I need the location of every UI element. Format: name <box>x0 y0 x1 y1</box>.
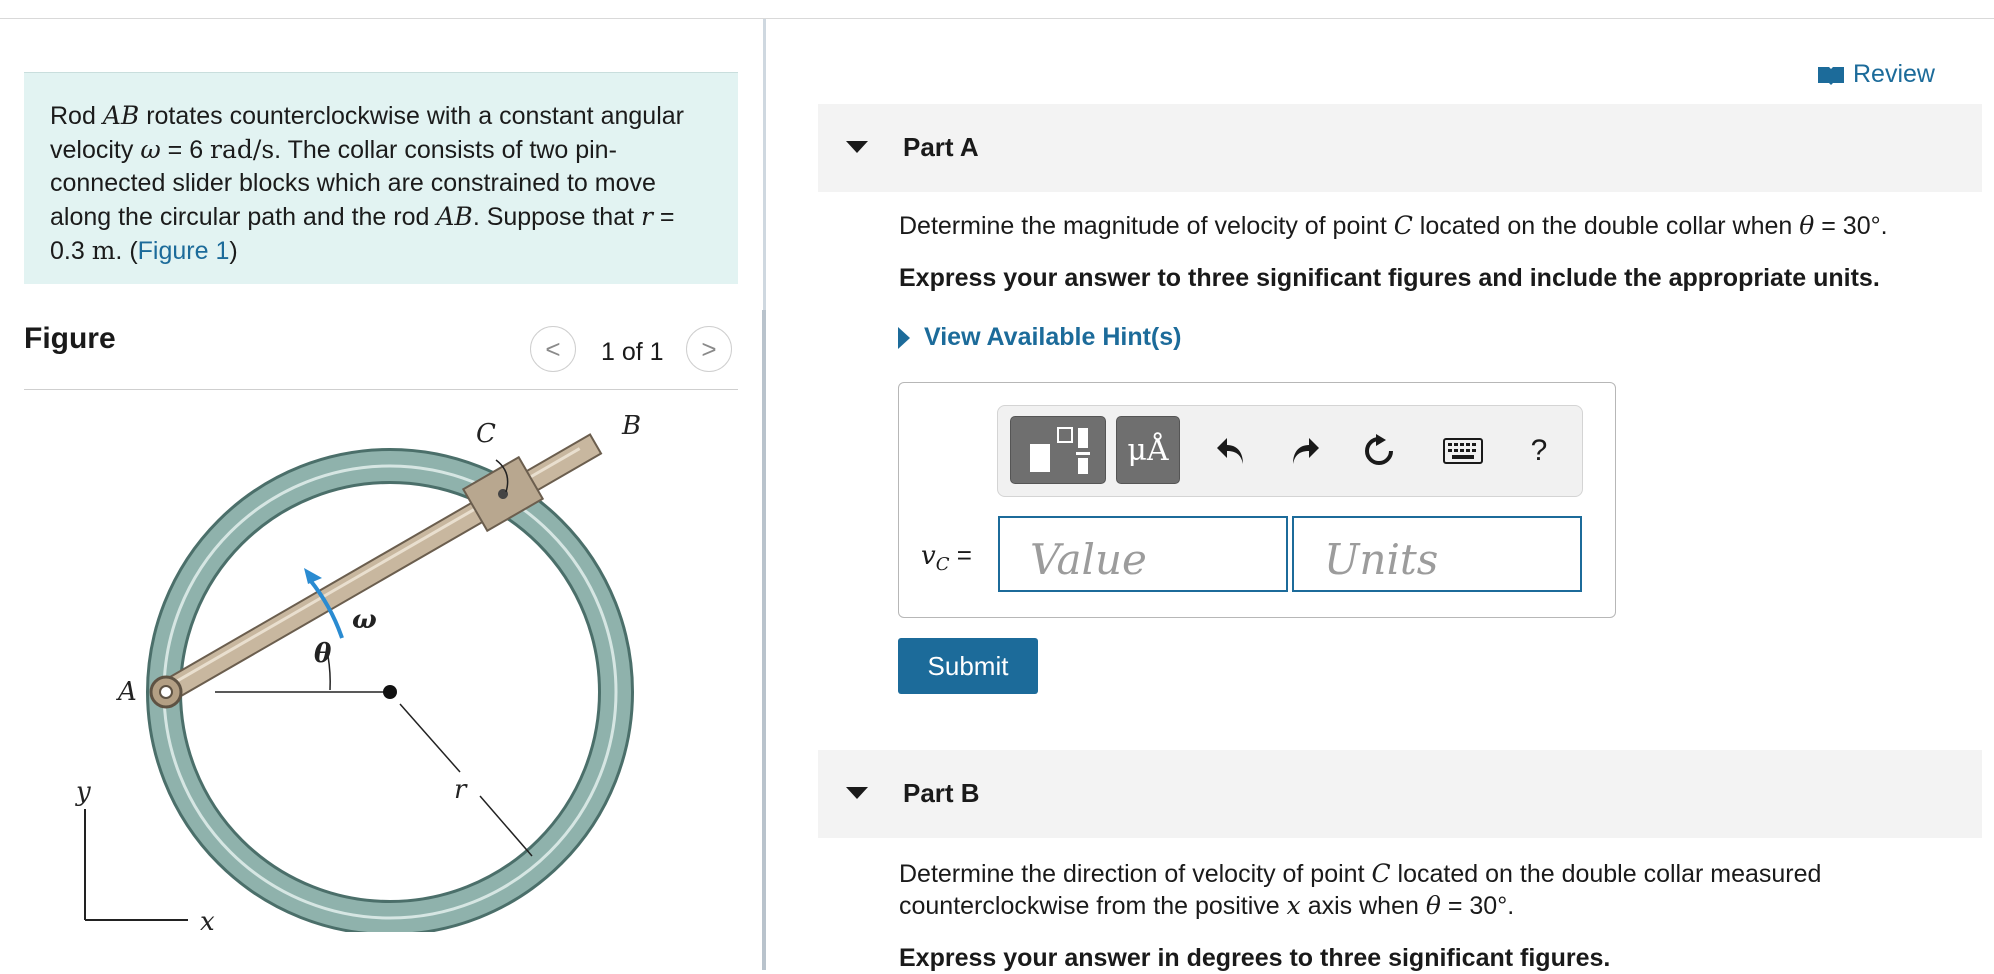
answer-label: vC = <box>921 540 972 576</box>
chevron-right-icon: > <box>701 333 717 364</box>
part-b-instruction: Express your answer in degrees to three … <box>899 944 1611 972</box>
book-icon <box>1818 66 1844 85</box>
part-a-label: Part A <box>903 132 979 162</box>
label-a: A <box>116 677 137 707</box>
radius-line-2 <box>479 795 533 857</box>
figure-title: Figure <box>24 322 116 355</box>
part-b-header[interactable]: Part B <box>818 750 1982 838</box>
chevron-left-icon: < <box>545 333 561 364</box>
problem-statement: Rod AB rotates counterclockwise with a c… <box>24 72 738 284</box>
next-figure-button[interactable]: > <box>686 326 732 372</box>
label-r: r <box>454 775 468 805</box>
keyboard-icon <box>1443 438 1483 464</box>
figure-rule <box>24 389 738 390</box>
view-hints-link[interactable]: View Available Hint(s) <box>898 323 1181 352</box>
reset-icon <box>1365 434 1393 465</box>
scrollbar-track[interactable] <box>762 310 766 970</box>
units-input[interactable] <box>1292 516 1582 592</box>
label-theta: θ <box>314 639 332 669</box>
rod-symbol: AB <box>102 101 140 130</box>
reset-button[interactable] <box>1354 426 1404 476</box>
value-input[interactable] <box>998 516 1288 592</box>
fraction-template-icon <box>1030 427 1090 474</box>
keyboard-button[interactable] <box>1438 426 1488 476</box>
symbols-button[interactable]: μÅ <box>1116 416 1180 484</box>
prev-figure-button[interactable]: < <box>530 326 576 372</box>
redo-button[interactable] <box>1280 426 1330 476</box>
radius-line-1 <box>399 703 461 773</box>
templates-button[interactable] <box>1010 416 1106 484</box>
label-y: y <box>75 777 91 807</box>
figure-1-link[interactable]: Figure 1 <box>138 237 230 265</box>
label-omega: ω <box>352 605 377 635</box>
top-rule <box>0 18 1994 19</box>
help-button[interactable]: ? <box>1514 426 1564 476</box>
center-point <box>383 685 397 699</box>
figure-counter: 1 of 1 <box>601 338 664 366</box>
label-b: B <box>621 412 641 441</box>
part-b-question: Determine the direction of velocity of p… <box>899 859 1822 920</box>
expand-triangle-icon <box>898 326 910 349</box>
label-x: x <box>200 907 215 932</box>
collapse-triangle-icon <box>846 141 868 153</box>
review-link[interactable]: Review <box>1817 60 1935 89</box>
undo-button[interactable] <box>1206 426 1256 476</box>
part-b-label: Part B <box>903 778 980 808</box>
undo-icon <box>1217 438 1243 464</box>
part-a-header[interactable]: Part A <box>818 104 1982 192</box>
part-a-instruction: Express your answer to three significant… <box>899 264 1880 292</box>
label-c: C <box>476 419 496 449</box>
rod-collar-figure: A B C ω θ r x y <box>75 412 641 932</box>
omega-arrowhead <box>304 568 322 584</box>
math-toolbar: μÅ ? <box>997 405 1583 497</box>
redo-icon <box>1293 438 1319 464</box>
submit-button[interactable]: Submit <box>898 638 1038 694</box>
part-a-question: Determine the magnitude of velocity of p… <box>899 211 1888 240</box>
collapse-triangle-icon <box>846 787 868 799</box>
